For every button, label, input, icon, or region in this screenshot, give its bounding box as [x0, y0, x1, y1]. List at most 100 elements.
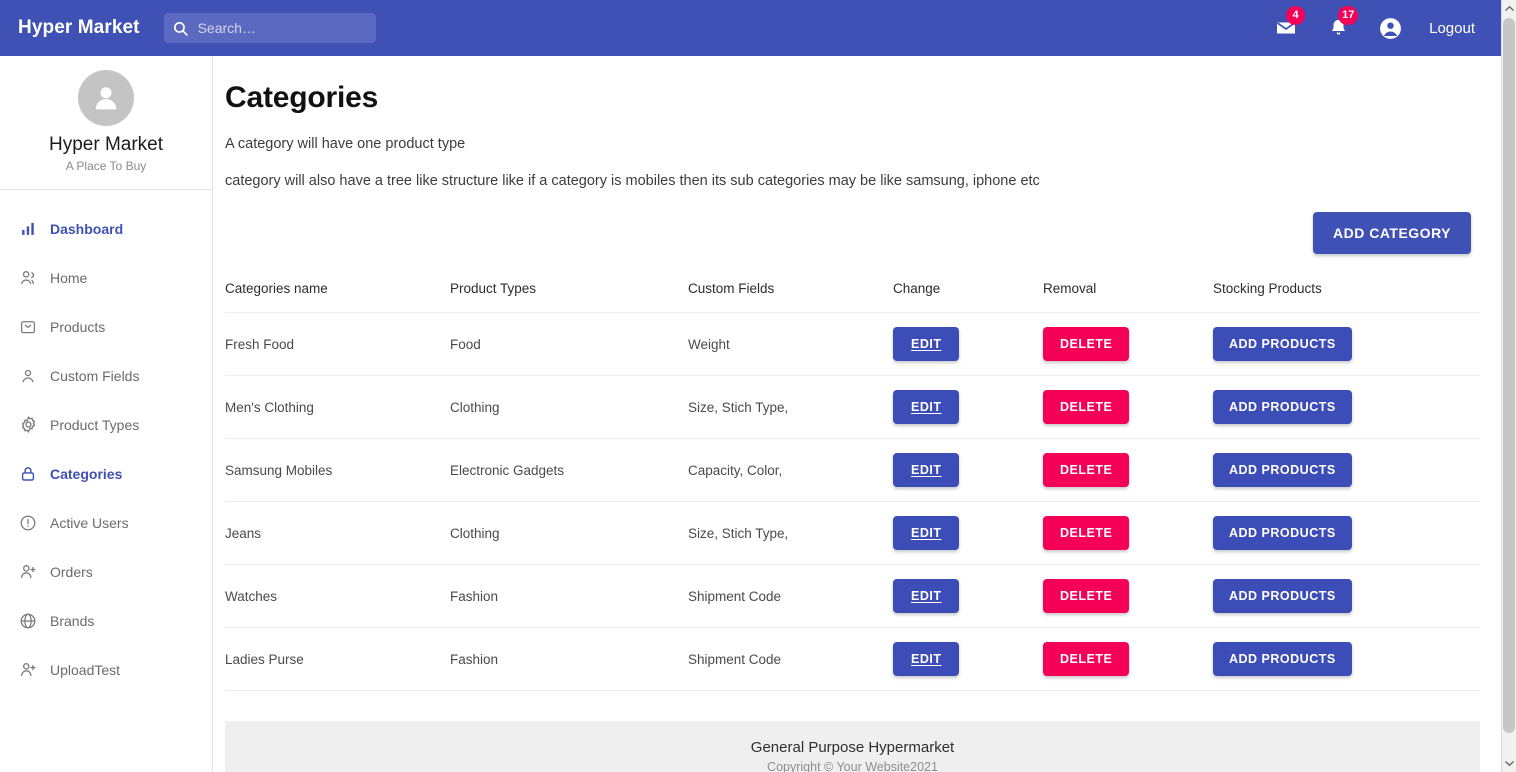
categories-table-wrapper: Categories name Product Types Custom Fie…: [225, 281, 1480, 691]
sidebar-item-products[interactable]: Products: [0, 312, 212, 341]
person-add-icon: [16, 562, 40, 581]
sidebar-label-categories: Categories: [50, 465, 123, 482]
profile-name: Hyper Market: [48, 134, 164, 155]
sidebar-nav: Dashboard Home Products Custom Fields Pr…: [0, 190, 212, 684]
sidebar-item-uploadtest[interactable]: UploadTest: [0, 655, 212, 684]
search-box[interactable]: [163, 13, 376, 43]
person-add-icon: [16, 660, 40, 679]
bag-icon: [16, 318, 40, 336]
cell-product-type: Fashion: [450, 627, 688, 691]
edit-button[interactable]: EDIT: [893, 390, 960, 424]
cell-category-name: Watches: [225, 564, 450, 628]
page-description-1: A category will have one product type: [225, 136, 466, 152]
notifications-badge: 17: [1338, 6, 1359, 25]
add-products-button-cell: ADD PRODUCTS: [1213, 312, 1480, 376]
cell-custom-fields: Shipment Code: [688, 627, 893, 691]
cell-product-type: Fashion: [450, 564, 688, 628]
sidebar-item-custom-fields[interactable]: Custom Fields: [0, 361, 212, 390]
app-root: Hyper Market 4: [0, 0, 1516, 772]
sidebar-label-brands: Brands: [50, 612, 95, 629]
edit-button[interactable]: EDIT: [893, 579, 960, 613]
delete-button[interactable]: DELETE: [1043, 516, 1130, 550]
sidebar-item-brands[interactable]: Brands: [0, 606, 212, 635]
sidebar-item-home[interactable]: Home: [0, 263, 212, 292]
page-title: Categories: [225, 81, 379, 114]
sidebar-label-uploadtest: UploadTest: [50, 661, 121, 678]
add-products-button-cell: ADD PRODUCTS: [1213, 375, 1480, 439]
person-icon: [95, 87, 117, 110]
column-header-categories-name: Categories name: [225, 281, 450, 313]
edit-button[interactable]: EDIT: [893, 516, 960, 550]
bar-chart-icon: [16, 220, 40, 237]
logout-button[interactable]: Logout: [1429, 20, 1475, 37]
sidebar-item-categories[interactable]: Categories: [0, 459, 212, 488]
footer: General Purpose Hypermarket Copyright © …: [225, 721, 1480, 772]
page-description-2: category will also have a tree like stru…: [225, 173, 1040, 189]
add-category-toolbar: ADD CATEGORY: [214, 212, 1501, 254]
scrollbar-thumb[interactable]: [1503, 18, 1515, 733]
sidebar-item-orders[interactable]: Orders: [0, 557, 212, 586]
sidebar: Hyper Market A Place To Buy Dashboard Ho…: [0, 56, 213, 772]
delete-button[interactable]: DELETE: [1043, 390, 1130, 424]
cell-custom-fields: Shipment Code: [688, 564, 893, 628]
sidebar-item-active-users[interactable]: Active Users: [0, 508, 212, 537]
scrollbar-up-arrow[interactable]: [1502, 0, 1516, 17]
messages-button[interactable]: 4: [1273, 6, 1306, 41]
lock-icon: [16, 465, 40, 483]
delete-button-cell: DELETE: [1043, 438, 1213, 502]
person-icon: [16, 367, 40, 385]
edit-button[interactable]: EDIT: [893, 453, 960, 487]
edit-button[interactable]: EDIT: [893, 642, 960, 676]
cell-product-type: Food: [450, 312, 688, 376]
search-input[interactable]: [197, 14, 358, 42]
add-products-button[interactable]: ADD PRODUCTS: [1213, 453, 1352, 487]
sidebar-item-product-types[interactable]: Product Types: [0, 410, 212, 439]
delete-button[interactable]: DELETE: [1043, 642, 1130, 676]
table-row: Watches Fashion Shipment Code EDIT DELETE ADD…: [225, 564, 1480, 628]
sidebar-label-custom-fields: Custom Fields: [50, 367, 140, 384]
page-scrollbar[interactable]: [1501, 0, 1516, 772]
add-products-button[interactable]: ADD PRODUCTS: [1213, 516, 1352, 550]
add-products-button[interactable]: ADD PRODUCTS: [1213, 642, 1352, 676]
table-row: Samsung Mobiles Electronic Gadgets Capacit…: [225, 438, 1480, 502]
table-body: Fresh Food Food Weight EDIT DELETE ADD PRODUC…: [225, 312, 1480, 691]
delete-button-cell: DELETE: [1043, 375, 1213, 439]
profile-subtitle: A Place To Buy: [65, 159, 147, 173]
column-header-change: Change: [893, 281, 1043, 313]
delete-button[interactable]: DELETE: [1043, 579, 1130, 613]
delete-button[interactable]: DELETE: [1043, 453, 1130, 487]
add-products-button-cell: ADD PRODUCTS: [1213, 564, 1480, 628]
sidebar-label-dashboard: Dashboard: [50, 220, 124, 237]
edit-button-cell: EDIT: [893, 438, 1043, 502]
edit-button[interactable]: EDIT: [893, 327, 960, 361]
notifications-button[interactable]: 17: [1325, 6, 1359, 41]
categories-table: Categories name Product Types Custom Fie…: [225, 281, 1480, 691]
sidebar-label-home: Home: [50, 269, 88, 286]
messages-badge: 4: [1286, 6, 1306, 25]
cell-custom-fields: Weight: [688, 312, 893, 376]
add-category-button[interactable]: ADD CATEGORY: [1313, 212, 1471, 254]
table-row: Jeans Clothing Size, Stich Type, EDIT DELETE…: [225, 501, 1480, 565]
column-header-product-types: Product Types: [450, 281, 688, 313]
account-button[interactable]: [1377, 15, 1403, 41]
delete-button[interactable]: DELETE: [1043, 327, 1130, 361]
delete-button-cell: DELETE: [1043, 627, 1213, 691]
cell-custom-fields: Size, Stich Type,: [688, 501, 893, 565]
delete-button-cell: DELETE: [1043, 312, 1213, 376]
delete-button-cell: DELETE: [1043, 564, 1213, 628]
edit-button-cell: EDIT: [893, 375, 1043, 439]
column-header-removal: Removal: [1043, 281, 1213, 313]
add-products-button[interactable]: ADD PRODUCTS: [1213, 390, 1352, 424]
scrollbar-down-arrow[interactable]: [1502, 755, 1516, 772]
delete-button-cell: DELETE: [1043, 501, 1213, 565]
add-products-button[interactable]: ADD PRODUCTS: [1213, 579, 1352, 613]
table-header-row: Categories name Product Types Custom Fie…: [225, 281, 1480, 313]
add-products-button[interactable]: ADD PRODUCTS: [1213, 327, 1352, 361]
sidebar-label-active-users: Active Users: [50, 514, 129, 531]
sidebar-profile: Hyper Market A Place To Buy: [0, 56, 212, 190]
cell-custom-fields: Capacity, Color,: [688, 438, 893, 502]
edit-button-cell: EDIT: [893, 627, 1043, 691]
cell-product-type: Clothing: [450, 501, 688, 565]
sidebar-item-dashboard[interactable]: Dashboard: [0, 214, 212, 243]
main-content: Categories A category will have one prod…: [214, 56, 1501, 772]
